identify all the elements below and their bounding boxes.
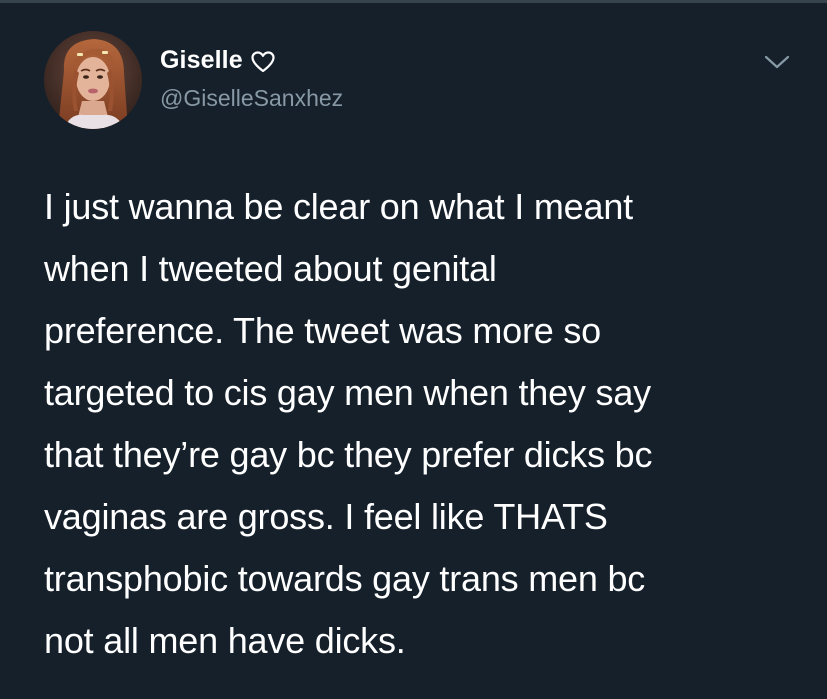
display-name[interactable]: Giselle [160,46,243,75]
tweet-text-line: that they’re gay bc they prefer dicks bc [44,434,653,475]
author-name-row: Giselle [160,46,275,75]
tweet-text-line: when I tweeted about genital [44,248,497,289]
author-handle[interactable]: @GiselleSanxhez [160,85,343,112]
tweet-text-line: targeted to cis gay men when they say [44,372,651,413]
tweet-text-line: not all men have dicks. [44,620,406,661]
tweet-card: Giselle @GiselleSanxhez I just wanna be … [0,0,827,699]
tweet-text-line: transphobic towards gay trans men bc [44,558,646,599]
chevron-down-icon[interactable] [763,52,791,72]
profile-photo-avatar [44,31,142,129]
tweet-text: I just wanna be clear on what I meant wh… [44,176,804,672]
heart-outline-icon [251,50,275,72]
top-divider [0,0,827,3]
tweet-text-line: preference. The tweet was more so [44,310,602,351]
avatar[interactable] [44,31,142,129]
tweet-text-line: vaginas are gross. I feel like THATS [44,496,608,537]
tweet-text-line: I just wanna be clear on what I meant [44,186,633,227]
